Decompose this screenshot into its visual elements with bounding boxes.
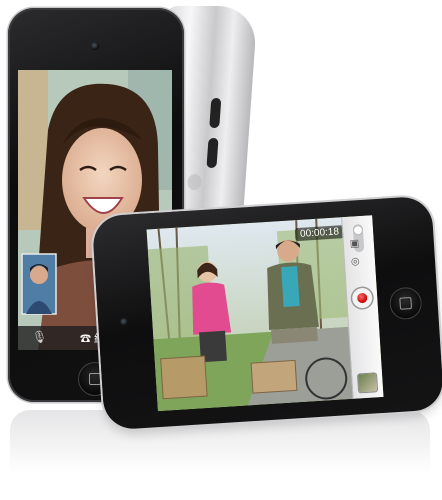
ipod-touch-landscape-wrapper: 00:00:18 ▣ ◎ (91, 195, 442, 431)
pip-self-view[interactable] (21, 253, 57, 315)
ipod-touch-landscape: 00:00:18 ▣ ◎ (91, 195, 442, 431)
volume-up-button (209, 98, 222, 128)
video-icon: ▣ (349, 238, 360, 250)
apple-logo-icon (186, 174, 203, 190)
floor-reflection (10, 410, 430, 500)
camera-roll-thumbnail[interactable] (358, 373, 378, 393)
front-camera-icon (91, 42, 99, 50)
volume-down-button (206, 138, 219, 168)
home-button[interactable] (388, 286, 423, 321)
camera-screen: 00:00:18 ▣ ◎ (146, 215, 384, 412)
camera-icon: ◎ (350, 256, 361, 268)
record-button[interactable] (351, 287, 373, 309)
front-camera-icon (120, 317, 129, 327)
mute-icon[interactable]: 🎙 (32, 330, 47, 346)
